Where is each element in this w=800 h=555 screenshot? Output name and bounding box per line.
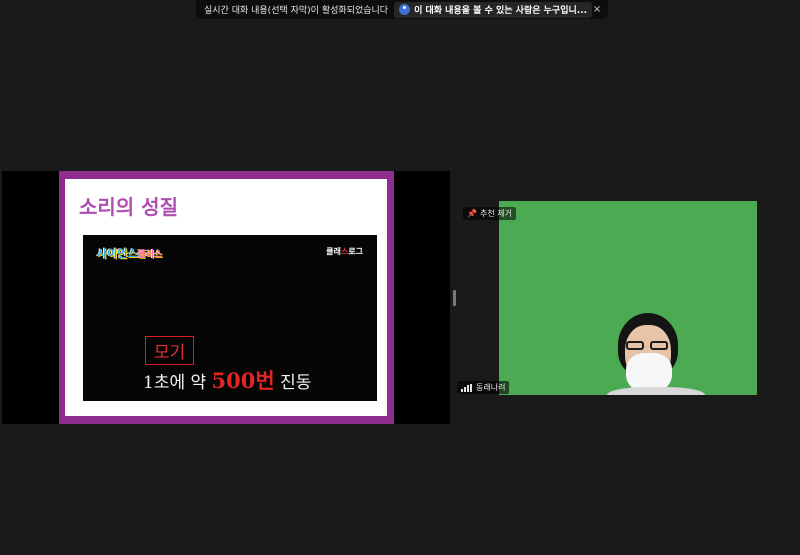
unpin-label: 추천 제거 — [479, 209, 512, 218]
video-caption-number: 500번 — [211, 368, 275, 393]
caption-notice-bar: 실시간 대화 내용(선택 자막)이 활성화되었습니다 이 대화 내용을 볼 수 … — [196, 0, 608, 19]
video-logo: 사이언스플러스 — [97, 245, 162, 261]
video-logo-plus: 플러스 — [137, 250, 163, 260]
video-brand: 클래스로그 — [326, 246, 363, 257]
participant-glasses — [626, 341, 670, 351]
close-icon[interactable]: × — [592, 4, 602, 15]
screen-share-area: 소리의 성질 사이언스플러스 클래스로그 모기 1초에 약 500번 진동 — [2, 171, 450, 424]
video-caption: 1초에 약 500번 진동 — [143, 365, 311, 395]
embedded-video: 사이언스플러스 클래스로그 모기 1초에 약 500번 진동 — [83, 235, 377, 401]
signal-bars-icon — [461, 383, 472, 392]
video-caption-suffix: 진동 — [274, 373, 312, 393]
video-brand-suffix: 로그 — [348, 247, 363, 256]
participant-video-tile[interactable] — [499, 201, 757, 395]
who-can-see-label: 이 대화 내용을 볼 수 있는 사람은 누구입니... — [414, 6, 588, 16]
video-logo-text: 사이언스 — [97, 247, 138, 260]
participant-shoulders — [607, 387, 705, 395]
video-caption-prefix: 1초에 약 — [143, 373, 212, 393]
caption-notice-text: 실시간 대화 내용(선택 자막)이 활성화되었습니다 — [204, 6, 389, 16]
participant-name-tag: 동래나려 — [457, 381, 510, 394]
pin-icon: 📌 — [467, 209, 477, 218]
slide-title: 소리의 성질 — [79, 195, 178, 219]
presentation-slide: 소리의 성질 사이언스플러스 클래스로그 모기 1초에 약 500번 진동 — [65, 179, 387, 416]
who-can-see-button[interactable]: 이 대화 내용을 볼 수 있는 사람은 누구입니... — [394, 1, 593, 18]
video-word: 모기 — [145, 336, 195, 365]
slide-frame: 소리의 성질 사이언스플러스 클래스로그 모기 1초에 약 500번 진동 — [59, 171, 394, 424]
video-brand-prefix: 클래 — [326, 247, 341, 256]
participant-name: 동래나려 — [476, 383, 506, 392]
unpin-button[interactable]: 📌 추천 제거 — [463, 207, 516, 220]
people-info-icon — [399, 4, 411, 15]
resize-handle[interactable] — [453, 290, 456, 306]
